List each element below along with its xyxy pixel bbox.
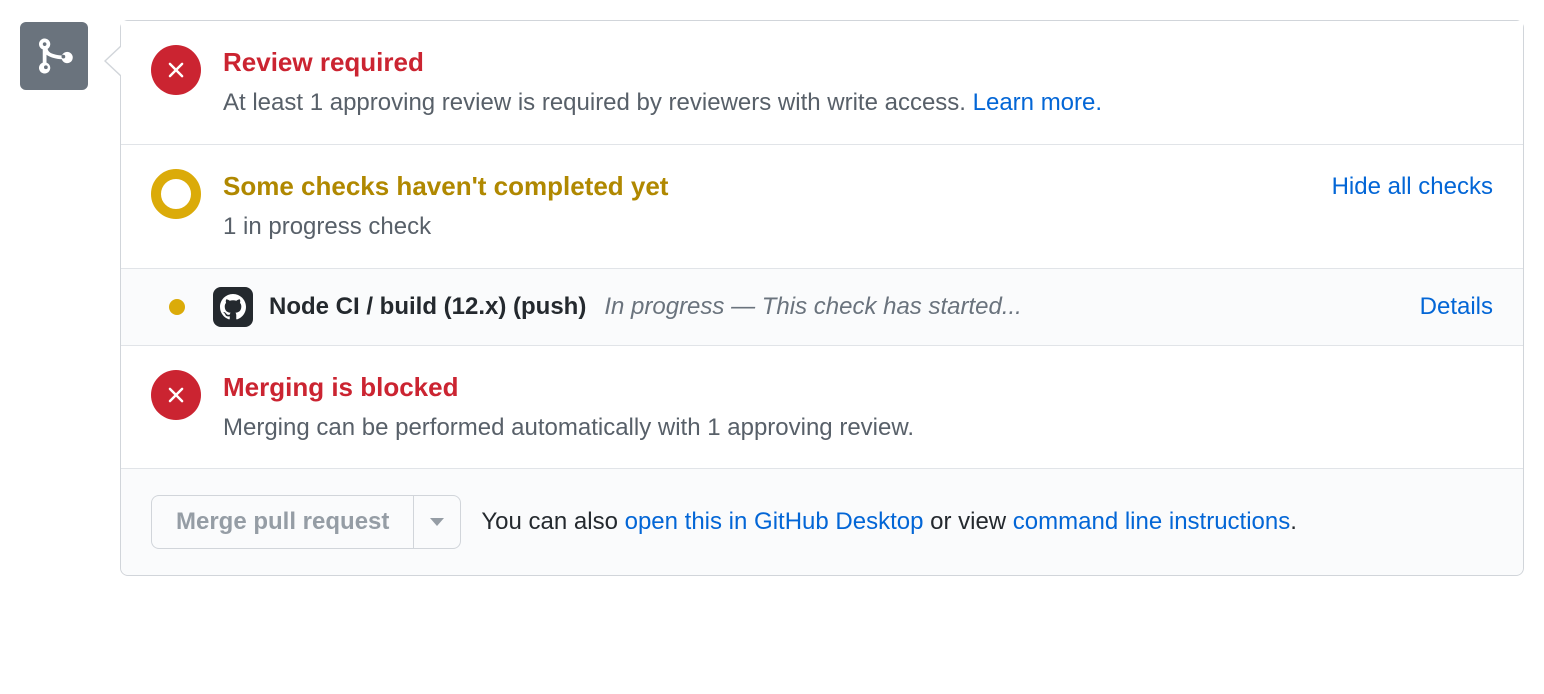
footer-middle: or view <box>923 508 1012 535</box>
checks-section: Some checks haven't completed yet 1 in p… <box>121 145 1523 269</box>
footer-text: You can also open this in GitHub Desktop… <box>481 508 1297 536</box>
chevron-down-icon <box>430 518 444 526</box>
git-merge-icon <box>20 22 88 90</box>
merging-blocked-section: Merging is blocked Merging can be perfor… <box>121 346 1523 470</box>
status-dot-pending-icon <box>169 299 185 315</box>
merge-dropdown-button[interactable] <box>413 495 461 549</box>
pending-icon <box>151 169 201 219</box>
check-status: In progress — This check has started... <box>604 293 1419 321</box>
merge-pull-request-button[interactable]: Merge pull request <box>151 495 413 549</box>
check-details-link[interactable]: Details <box>1420 293 1493 321</box>
check-name: Node CI / build (12.x) (push) <box>269 293 586 321</box>
review-required-title: Review required <box>223 47 1493 78</box>
merging-blocked-desc: Merging can be performed automatically w… <box>223 411 1493 445</box>
github-actions-icon <box>213 287 253 327</box>
merge-status-panel: Review required At least 1 approving rev… <box>120 20 1524 576</box>
check-row: Node CI / build (12.x) (push) In progres… <box>121 269 1523 346</box>
error-icon <box>151 370 201 420</box>
footer-suffix: . <box>1290 508 1297 535</box>
footer-prefix: You can also <box>481 508 624 535</box>
checks-title: Some checks haven't completed yet <box>223 171 1493 202</box>
review-desc-text: At least 1 approving review is required … <box>223 89 973 116</box>
review-required-desc: At least 1 approving review is required … <box>223 86 1493 120</box>
cli-instructions-link[interactable]: command line instructions <box>1013 508 1290 535</box>
open-desktop-link[interactable]: open this in GitHub Desktop <box>625 508 924 535</box>
merging-blocked-title: Merging is blocked <box>223 372 1493 403</box>
learn-more-link[interactable]: Learn more. <box>973 89 1102 116</box>
speech-arrow <box>104 45 121 77</box>
hide-all-checks-link[interactable]: Hide all checks <box>1332 173 1493 201</box>
merge-footer: Merge pull request You can also open thi… <box>121 469 1523 575</box>
checks-subtitle: 1 in progress check <box>223 210 1493 244</box>
review-required-section: Review required At least 1 approving rev… <box>121 21 1523 145</box>
error-icon <box>151 45 201 95</box>
merge-button-group: Merge pull request <box>151 495 461 549</box>
